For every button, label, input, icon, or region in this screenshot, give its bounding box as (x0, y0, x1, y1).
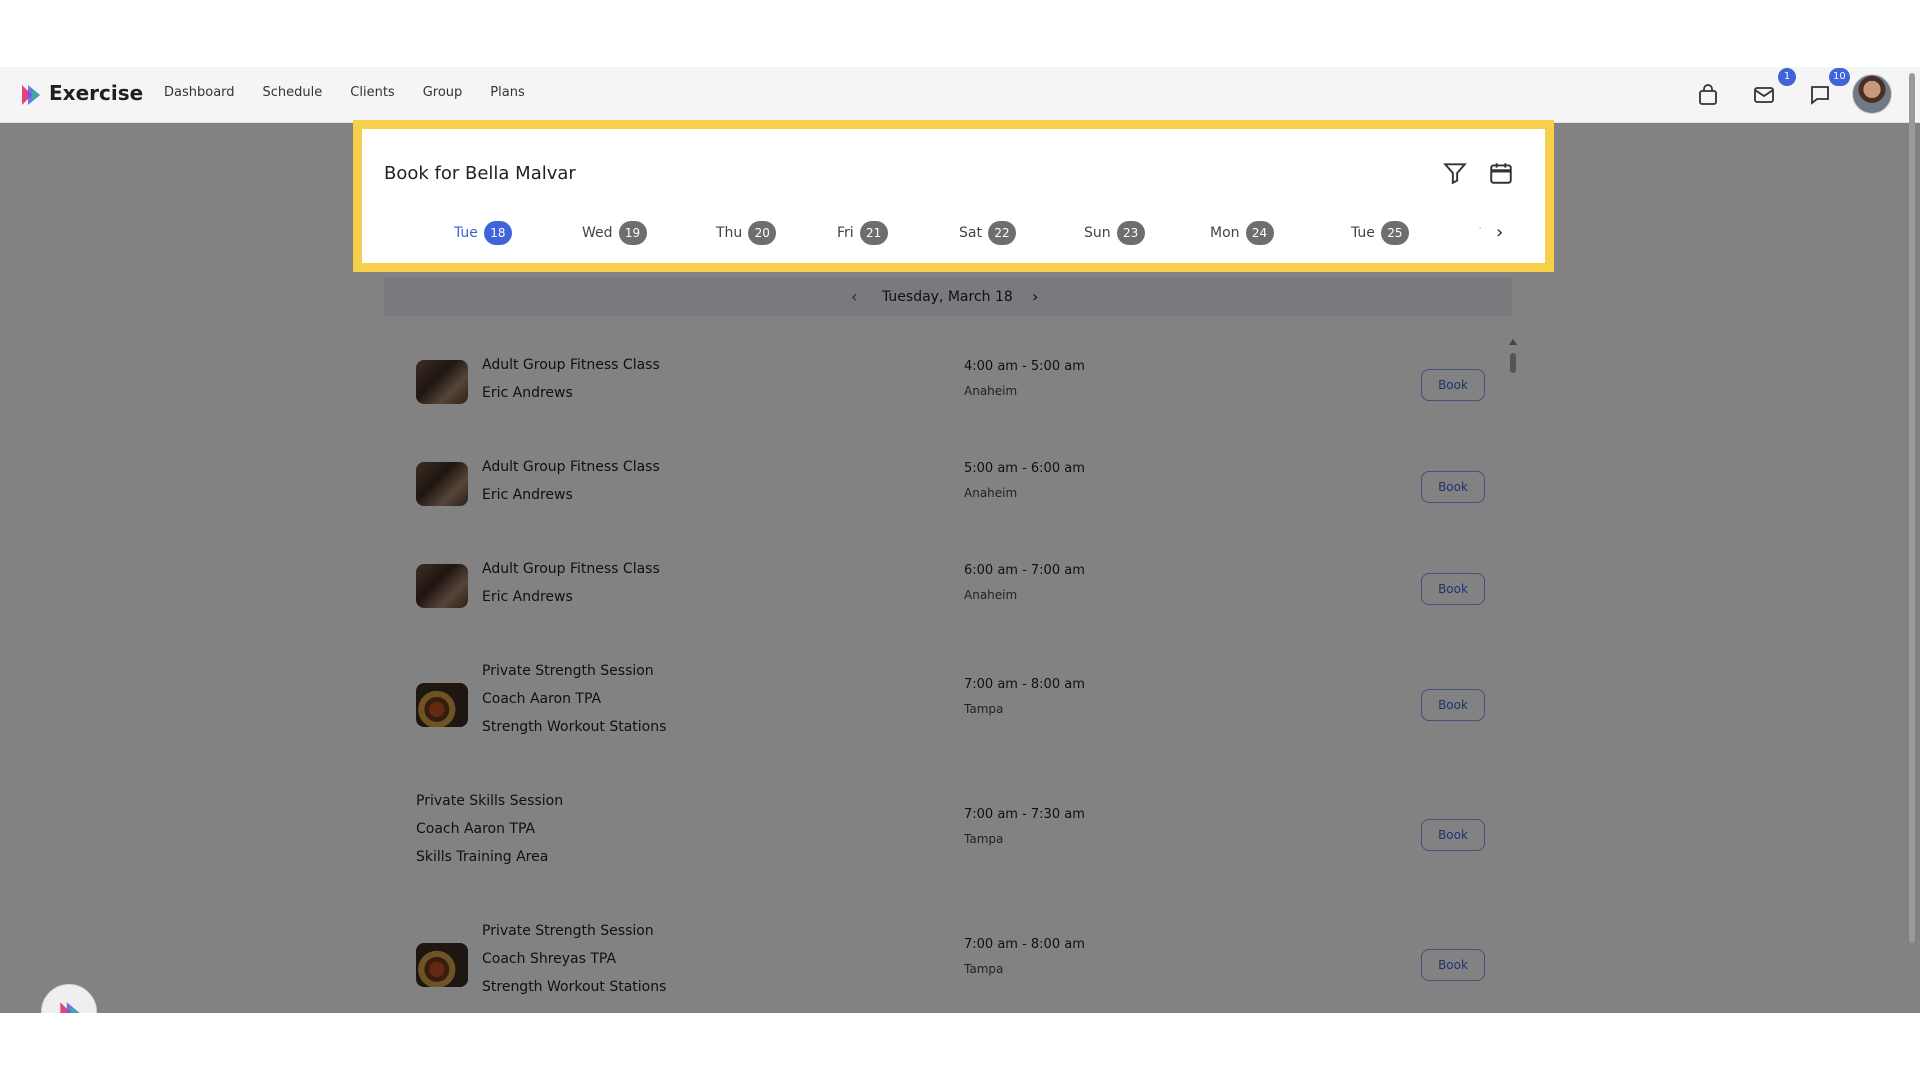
calendar-icon[interactable] (1488, 160, 1514, 186)
brand-name[interactable]: Exercise (49, 81, 143, 105)
booking-modal: Book for Bella Malvar · › Tue 18 Wed 19 Thu 2… (353, 120, 1554, 272)
day-tab-number: 18 (483, 221, 512, 245)
next-day-fade: · (1478, 221, 1483, 237)
next-week-chevron-icon[interactable]: › (1496, 222, 1503, 243)
day-tab-name: Tue (1351, 225, 1375, 241)
page-scrollbar[interactable] (1907, 67, 1917, 1013)
day-tab-number: 22 (987, 221, 1016, 245)
day-tab-tue-25[interactable]: Tue 25 (1351, 221, 1409, 245)
day-tab-number: 19 (618, 221, 647, 245)
day-tab-sat-22[interactable]: Sat 22 (959, 221, 1016, 245)
exercise-logo-icon[interactable] (18, 82, 44, 108)
main-nav: Dashboard Schedule Clients Group Plans (164, 85, 525, 100)
day-tab-fri-21[interactable]: Fri 21 (837, 221, 888, 245)
day-tab-name: Tue (454, 225, 478, 241)
chat-badge: 10 (1829, 68, 1850, 86)
day-selector: · › Tue 18 Wed 19 Thu 20 Fri 21 Sat 22 Sun 23 Mon 24 T… (362, 221, 1545, 249)
nav-plans[interactable]: Plans (490, 85, 524, 100)
list-scroll-indicator[interactable] (1509, 339, 1517, 375)
day-tab-mon-24[interactable]: Mon 24 (1210, 221, 1274, 245)
day-tab-name: Fri (837, 225, 854, 241)
day-tab-number: 23 (1116, 221, 1145, 245)
day-tab-name: Thu (716, 225, 743, 241)
day-tab-number: 21 (859, 221, 888, 245)
day-tab-name: Sat (959, 225, 982, 241)
user-avatar[interactable] (1852, 74, 1892, 114)
mail-icon[interactable] (1752, 83, 1776, 107)
nav-schedule[interactable]: Schedule (263, 85, 323, 100)
mail-badge: 1 (1778, 68, 1796, 86)
modal-title: Book for Bella Malvar (384, 163, 576, 184)
nav-dashboard[interactable]: Dashboard (164, 85, 235, 100)
scrollbar-thumb[interactable] (1909, 73, 1915, 943)
day-tab-number: 24 (1245, 221, 1274, 245)
shopping-bag-icon[interactable] (1696, 83, 1720, 107)
day-tab-name: Sun (1084, 225, 1111, 241)
day-tab-thu-20[interactable]: Thu 20 (716, 221, 777, 245)
top-navigation-bar: Exercise Dashboard Schedule Clients Grou… (0, 67, 1920, 123)
nav-clients[interactable]: Clients (350, 85, 394, 100)
assistant-logo-icon (60, 1002, 80, 1013)
day-tab-number: 20 (748, 221, 777, 245)
day-tab-tue-18[interactable]: Tue 18 (454, 221, 512, 245)
filter-icon[interactable] (1442, 160, 1468, 186)
nav-group[interactable]: Group (423, 85, 463, 100)
day-tab-wed-19[interactable]: Wed 19 (582, 221, 647, 245)
day-tab-name: Mon (1210, 225, 1240, 241)
day-tab-number: 25 (1380, 221, 1409, 245)
day-tab-sun-23[interactable]: Sun 23 (1084, 221, 1145, 245)
day-tab-name: Wed (582, 225, 613, 241)
chat-icon[interactable] (1808, 83, 1832, 107)
